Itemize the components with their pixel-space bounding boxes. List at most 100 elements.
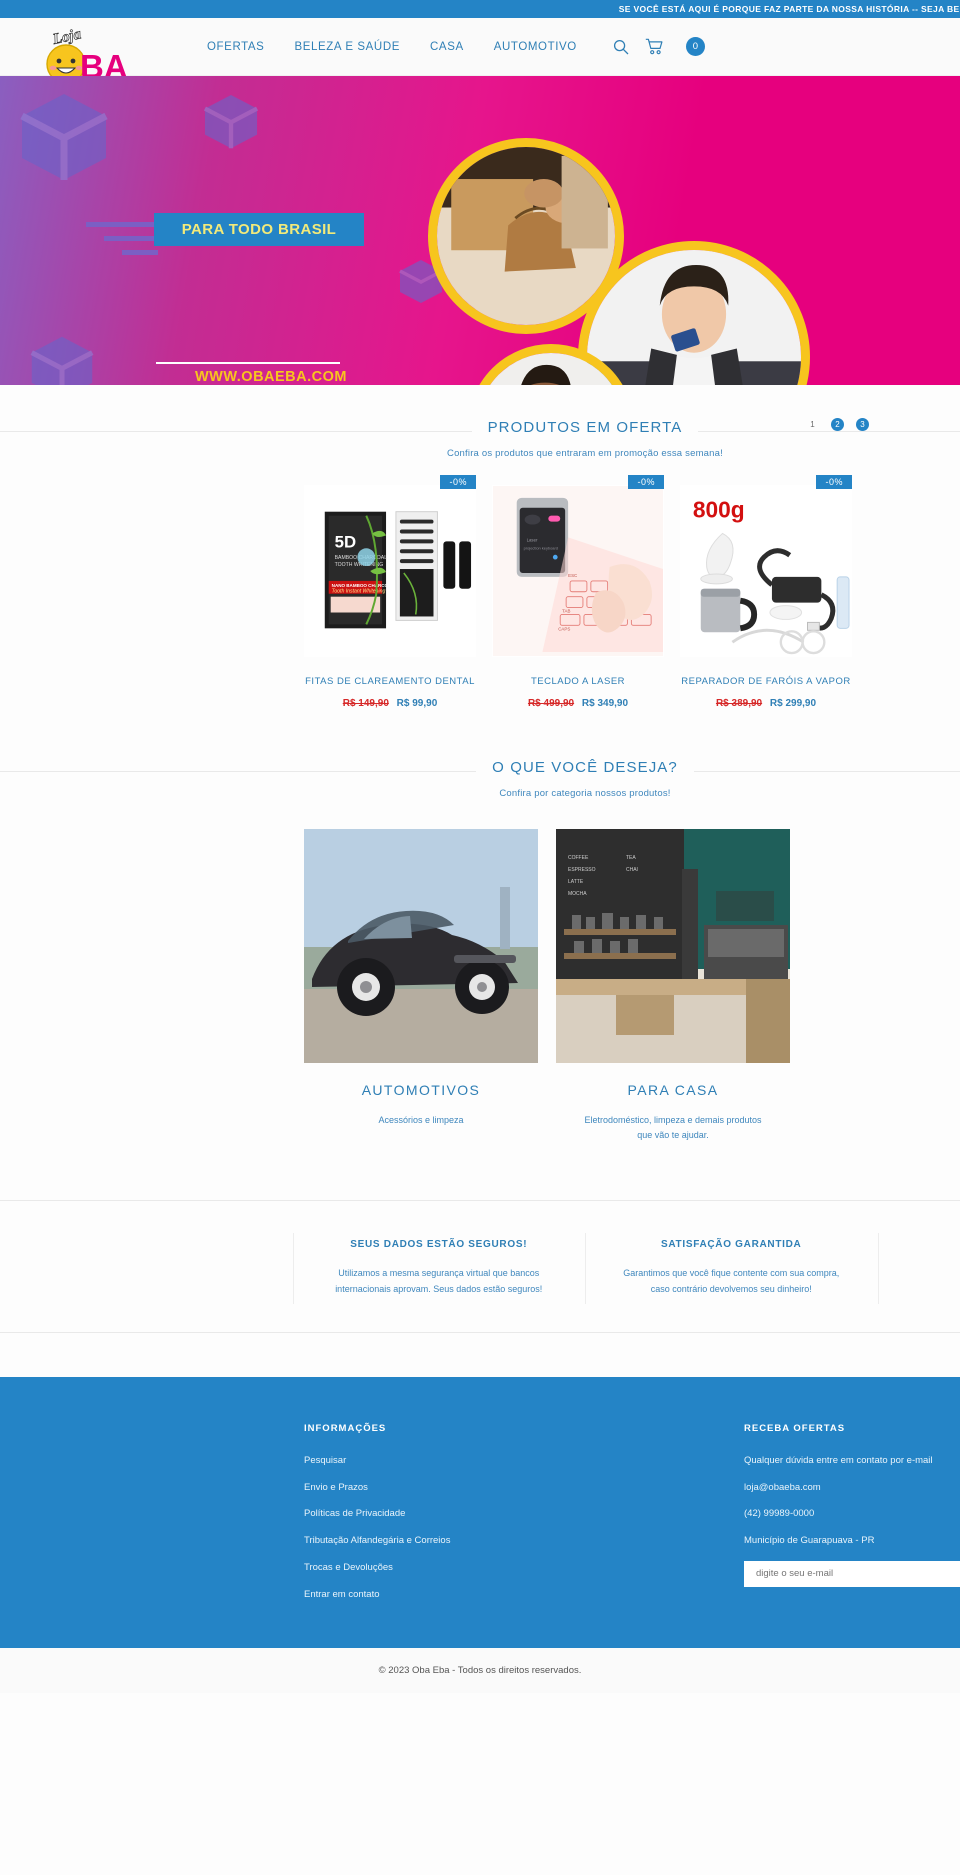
discount-badge: -0%	[816, 475, 852, 489]
product-new-price: R$ 349,90	[581, 698, 629, 709]
svg-text:NANO BAMBOO CHARCOAL: NANO BAMBOO CHARCOAL	[332, 583, 395, 588]
svg-text:CAPS: CAPS	[558, 626, 570, 631]
trust-badges-section: SEUS DADOS ESTÃO SEGUROS! Utilizamos a m…	[0, 1199, 960, 1333]
hero-divider	[156, 362, 340, 364]
product-old-price: R$ 499,90	[527, 698, 575, 709]
svg-text:COFFEE: COFFEE	[568, 855, 589, 861]
svg-text:projection keyboard: projection keyboard	[524, 545, 558, 550]
carousel-dot-3[interactable]: 3	[856, 418, 869, 431]
trust-badge-security: SEUS DADOS ESTÃO SEGUROS! Utilizamos a m…	[292, 1232, 586, 1305]
footer-info-title: INFORMAÇÕES	[304, 1422, 387, 1434]
product-price: R$ 389,90 R$ 299,90	[680, 698, 852, 709]
footer-link-politicas-de-privacidade[interactable]: Políticas de Privacidade	[304, 1507, 574, 1521]
category-image[interactable]	[304, 829, 538, 1063]
product-name[interactable]: FITAS DE CLAREAMENTO DENTAL	[304, 676, 476, 687]
nav-item-beleza-e-saude[interactable]: BELEZA E SAÚDE	[294, 41, 400, 53]
hero-carousel-indicators: 1 2 3	[806, 418, 869, 431]
discount-badge: -0%	[628, 475, 664, 489]
svg-text:TEA: TEA	[626, 855, 636, 861]
footer-phone[interactable]: (42) 99989-0000	[744, 1507, 960, 1521]
product-price: R$ 149,90 R$ 99,90	[304, 698, 476, 709]
categories-section: O QUE VOCÊ DESEJA? Confira por categoria…	[0, 759, 960, 1144]
hero-ribbon: PARA TODO BRASIL	[154, 213, 364, 246]
svg-text:Laser: Laser	[527, 537, 538, 542]
footer-link-tributacao[interactable]: Tributação Alfandegária e Correios	[304, 1534, 574, 1548]
announcement-bar: SE VOCÊ ESTÁ AQUI É PORQUE FAZ PARTE DA …	[0, 0, 960, 18]
nav-item-automotivo[interactable]: AUTOMOTIVO	[494, 41, 577, 53]
offers-section: PRODUTOS EM OFERTA Confira os produtos q…	[0, 419, 960, 709]
offers-title: PRODUTOS EM OFERTA	[471, 419, 699, 436]
copyright-bar: © 2023 Oba Eba - Todos os direitos reser…	[0, 1648, 960, 1694]
category-card-automotivos[interactable]: AUTOMOTIVOS Acessórios e limpeza	[304, 829, 538, 1144]
product-image[interactable]: 5D BAMBOO CHARCOAL TOOTH WHITENING NANO …	[304, 485, 476, 657]
search-icon[interactable]	[613, 39, 629, 55]
storefront-page: SE VOCÊ ESTÁ AQUI É PORQUE FAZ PARTE DA …	[0, 0, 960, 1875]
footer-link-envio-e-prazos[interactable]: Envio e Prazos	[304, 1481, 574, 1495]
footer-link-pesquisar[interactable]: Pesquisar	[304, 1454, 574, 1468]
categories-subtitle: Confira por categoria nossos produtos!	[499, 788, 671, 799]
product-new-price: R$ 99,90	[396, 698, 438, 709]
trust-col-empty	[877, 1232, 960, 1305]
svg-text:TAB: TAB	[562, 609, 570, 614]
svg-text:ESPRESSO: ESPRESSO	[568, 867, 596, 873]
svg-text:LATTE: LATTE	[568, 879, 584, 885]
footer-newsletter-column: RECEBA OFERTAS Qualquer dúvida entre em …	[744, 1423, 960, 1615]
category-description: Eletrodoméstico, limpeza e demais produt…	[584, 1115, 762, 1141]
offers-product-grid: -0% 5D BAMBOO CHARCOAL TOOTH WHITENING N…	[0, 475, 960, 709]
site-footer: INFORMAÇÕES Pesquisar Envio e Prazos Pol…	[0, 1376, 960, 1649]
carousel-dot-2[interactable]: 2	[831, 418, 844, 431]
product-image[interactable]: 800g	[680, 485, 852, 657]
trust-title: SATISFAÇÃO GARANTIDA	[661, 1238, 802, 1250]
categories-heading-wrap: O QUE VOCÊ DESEJA?	[0, 759, 960, 777]
trust-badge-satisfaction: SATISFAÇÃO GARANTIDA Garantimos que você…	[585, 1232, 878, 1305]
product-new-price: R$ 299,90	[769, 698, 817, 709]
footer-link-trocas-e-devolucoes[interactable]: Trocas e Devoluções	[304, 1561, 574, 1575]
trust-title: SEUS DADOS ESTÃO SEGUROS!	[350, 1238, 528, 1250]
nav-item-casa[interactable]: CASA	[430, 41, 464, 53]
svg-text:MOCHA: MOCHA	[568, 891, 587, 897]
category-card-para-casa[interactable]: COFFEE ESPRESSO LATTE MOCHA TEA CHAI PAR…	[556, 829, 790, 1144]
product-image[interactable]: Laser projection keyboard ESC TAB CAPS	[492, 485, 664, 657]
site-header: Loja BA OFERTAS BELEZA E SAÚDE CASA AUTO…	[0, 18, 960, 85]
product-old-price: R$ 149,90	[342, 698, 389, 709]
category-name[interactable]: AUTOMOTIVOS	[304, 1082, 538, 1098]
product-name[interactable]: REPARADOR DE FARÓIS A VAPOR	[680, 676, 852, 687]
cart-icon[interactable]	[645, 38, 664, 55]
header-actions: 0	[613, 37, 705, 56]
footer-newsletter-desc: Qualquer dúvida entre em contato por e-m…	[744, 1454, 933, 1466]
footer-newsletter-title: RECEBA OFERTAS	[744, 1422, 846, 1434]
offers-subtitle: Confira os produtos que entraram em prom…	[447, 448, 723, 459]
trust-description: Garantimos que você fique contente com s…	[623, 1267, 840, 1295]
footer-link-entrar-em-contato[interactable]: Entrar em contato	[304, 1588, 574, 1602]
product-image-weight-label: 800g	[693, 497, 745, 523]
category-description: Acessórios e limpeza	[378, 1115, 464, 1125]
category-image[interactable]: COFFEE ESPRESSO LATTE MOCHA TEA CHAI	[556, 829, 790, 1063]
cart-count-badge[interactable]: 0	[685, 37, 705, 56]
hero-ribbon-text: PARA TODO BRASIL	[181, 221, 337, 238]
hero-banner[interactable]: PARA TODO BRASIL WWW.OBAEBA.COM	[0, 76, 960, 385]
box-icon	[203, 94, 259, 149]
category-grid: AUTOMOTIVOS Acessórios e limpeza COFFEE E…	[0, 829, 960, 1144]
product-card[interactable]: -0% 5D BAMBOO CHARCOAL TOOTH WHITENING N…	[304, 475, 476, 709]
footer-city: Município de Guarapuava - PR	[744, 1535, 875, 1547]
main-navigation: OFERTAS BELEZA E SAÚDE CASA AUTOMOTIVO	[207, 41, 577, 53]
footer-info-column: INFORMAÇÕES Pesquisar Envio e Prazos Pol…	[304, 1423, 574, 1615]
nav-item-ofertas[interactable]: OFERTAS	[207, 41, 264, 53]
svg-text:ESC: ESC	[568, 573, 578, 578]
category-name[interactable]: PARA CASA	[556, 1082, 790, 1098]
newsletter-email-input[interactable]	[744, 1560, 960, 1587]
product-card[interactable]: -0% 800g REPARADOR DE FARÓIS A VAPOR R$ …	[680, 475, 852, 709]
product-card[interactable]: -0% Laser projection keyboard ESC TAB CA…	[492, 475, 664, 709]
carousel-dot-1[interactable]: 1	[806, 418, 819, 431]
product-old-price: R$ 389,90	[715, 698, 763, 709]
categories-title: O QUE VOCÊ DESEJA?	[476, 759, 694, 776]
product-name[interactable]: TECLADO A LASER	[492, 676, 664, 687]
announcement-text: SE VOCÊ ESTÁ AQUI É PORQUE FAZ PARTE DA …	[618, 4, 960, 14]
product-price: R$ 499,90 R$ 349,90	[492, 698, 664, 709]
svg-text:CHAI: CHAI	[626, 867, 638, 873]
box-icon	[20, 94, 108, 180]
trust-description: Utilizamos a mesma segurança virtual que…	[335, 1267, 543, 1295]
box-icon	[30, 336, 94, 385]
discount-badge: -0%	[440, 475, 476, 489]
footer-email[interactable]: loja@obaeba.com	[744, 1481, 960, 1495]
